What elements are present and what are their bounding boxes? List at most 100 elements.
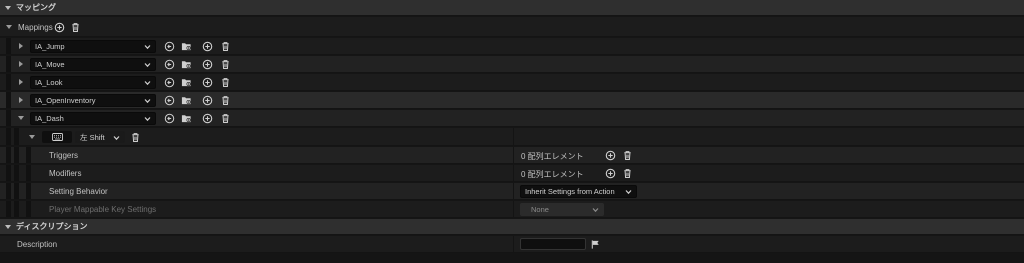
description-input[interactable] — [520, 238, 586, 250]
add-key-button[interactable] — [201, 94, 213, 106]
action-select[interactable]: IA_Dash — [30, 112, 156, 125]
action-select[interactable]: IA_OpenInventory — [30, 94, 156, 107]
add-circle-icon — [54, 22, 64, 32]
action-select[interactable]: IA_Look — [30, 76, 156, 89]
browse-back-button[interactable] — [163, 58, 175, 70]
arrow-back-icon — [164, 59, 174, 69]
mapping-row-ia-jump: IA_Jump — [0, 38, 1024, 55]
expand-arrow-icon[interactable] — [17, 60, 25, 68]
description-category-title: ディスクリプション — [16, 222, 88, 231]
add-key-button[interactable] — [201, 112, 213, 124]
add-mapping-button[interactable] — [53, 21, 65, 33]
trash-icon — [221, 113, 229, 123]
add-modifier-button[interactable] — [604, 167, 616, 179]
browse-asset-button[interactable] — [180, 112, 192, 124]
expand-arrow-icon[interactable] — [17, 78, 25, 86]
setting-behavior-value: Inherit Settings from Action — [525, 187, 615, 196]
folder-search-icon — [181, 42, 191, 50]
add-trigger-button[interactable] — [604, 149, 616, 161]
setting-behavior-select[interactable]: Inherit Settings from Action — [520, 185, 637, 198]
browse-back-button[interactable] — [163, 76, 175, 88]
collapse-arrow-icon[interactable] — [17, 114, 25, 122]
browse-asset-button[interactable] — [180, 94, 192, 106]
trash-icon — [221, 77, 229, 87]
delete-mapping-button[interactable] — [219, 112, 231, 124]
action-select[interactable]: IA_Jump — [30, 40, 156, 53]
indent-rail — [14, 147, 19, 163]
key-select[interactable]: 左 Shift — [75, 131, 125, 143]
delete-mapping-button[interactable] — [219, 58, 231, 70]
folder-search-icon — [181, 114, 191, 122]
browse-back-button[interactable] — [163, 40, 175, 52]
delete-mapping-button[interactable] — [219, 94, 231, 106]
setting-behavior-row: Setting Behavior Inherit Settings from A… — [0, 183, 1024, 200]
triggers-row: Triggers 0 配列エレメント — [0, 147, 1024, 164]
triggers-label: Triggers — [49, 151, 79, 160]
browse-asset-button[interactable] — [180, 40, 192, 52]
chevron-down-icon — [625, 190, 632, 195]
browse-back-button[interactable] — [163, 112, 175, 124]
collapse-arrow-icon[interactable] — [5, 5, 11, 11]
column-splitter[interactable] — [513, 201, 514, 217]
indent-rail — [14, 201, 19, 217]
add-circle-icon — [202, 59, 212, 69]
trash-icon — [221, 95, 229, 105]
indent-rail — [6, 38, 11, 54]
browse-asset-button[interactable] — [180, 58, 192, 70]
arrow-back-icon — [164, 113, 174, 123]
action-select[interactable]: IA_Move — [30, 58, 156, 71]
action-select-value: IA_Jump — [35, 42, 65, 51]
browse-back-button[interactable] — [163, 94, 175, 106]
delete-key-button[interactable] — [129, 131, 141, 143]
indent-rail — [6, 110, 11, 126]
expand-arrow-icon[interactable] — [17, 96, 25, 104]
indent-rail — [6, 165, 11, 181]
delete-mapping-button[interactable] — [219, 40, 231, 52]
expand-arrow-icon[interactable] — [17, 42, 25, 50]
indent-rail — [6, 128, 11, 145]
collapse-arrow-icon[interactable] — [5, 224, 11, 230]
add-key-button[interactable] — [201, 58, 213, 70]
column-splitter[interactable] — [513, 236, 514, 252]
delete-mapping-button[interactable] — [219, 76, 231, 88]
key-capture-button[interactable] — [42, 131, 72, 143]
mapping-category-header[interactable]: マッピング — [0, 0, 1024, 16]
chevron-down-icon — [144, 81, 151, 86]
indent-rail — [26, 201, 31, 217]
trash-icon — [71, 22, 79, 32]
column-splitter[interactable] — [513, 165, 514, 181]
indent-rail — [14, 165, 19, 181]
mapping-category-title: マッピング — [16, 3, 56, 12]
column-splitter[interactable] — [513, 147, 514, 163]
folder-search-icon — [181, 78, 191, 86]
add-key-button[interactable] — [201, 40, 213, 52]
mapping-row-ia-dash: IA_Dash — [0, 110, 1024, 127]
browse-asset-button[interactable] — [180, 76, 192, 88]
modifiers-value: 0 配列エレメント — [521, 170, 584, 179]
action-select-value: IA_Dash — [35, 114, 64, 123]
column-splitter[interactable] — [513, 183, 514, 199]
player-mappable-select[interactable]: None — [520, 203, 604, 216]
clear-modifiers-button[interactable] — [621, 167, 633, 179]
clear-mappings-button[interactable] — [69, 21, 81, 33]
collapse-arrow-icon[interactable] — [28, 133, 36, 141]
mapping-row-ia-openinventory: IA_OpenInventory — [0, 92, 1024, 109]
add-circle-icon — [202, 77, 212, 87]
description-category-header[interactable]: ディスクリプション — [0, 219, 1024, 235]
localization-flag-button[interactable] — [589, 238, 601, 250]
clear-triggers-button[interactable] — [621, 149, 633, 161]
triggers-value: 0 配列エレメント — [521, 152, 584, 161]
collapse-arrow-icon[interactable] — [5, 23, 13, 31]
indent-rail — [6, 183, 11, 199]
indent-rail — [6, 147, 11, 163]
chevron-down-icon — [144, 117, 151, 122]
add-circle-icon — [605, 168, 615, 178]
trash-icon — [221, 59, 229, 69]
column-splitter[interactable] — [513, 128, 514, 145]
add-key-button[interactable] — [201, 76, 213, 88]
trash-icon — [623, 168, 631, 178]
setting-behavior-label: Setting Behavior — [49, 187, 108, 196]
indent-rail — [26, 165, 31, 181]
chevron-down-icon — [592, 208, 599, 213]
trash-icon — [623, 150, 631, 160]
